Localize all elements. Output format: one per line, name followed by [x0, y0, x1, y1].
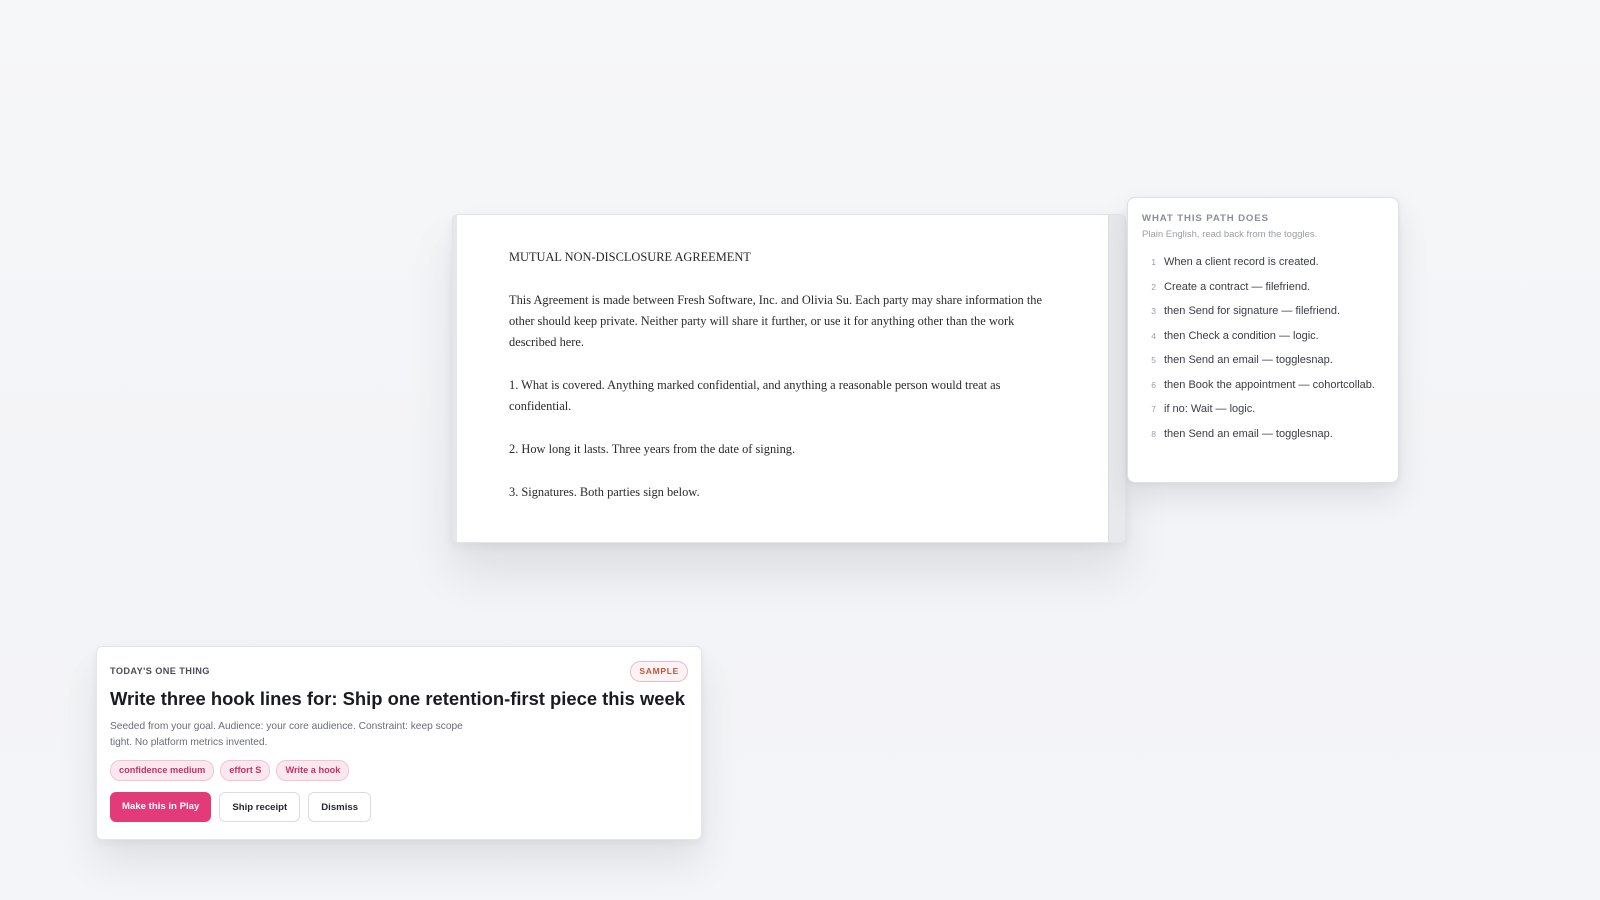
step-number: 8: [1151, 428, 1156, 439]
dismiss-button[interactable]: Dismiss: [308, 792, 372, 822]
document-title: MUTUAL NON-DISCLOSURE AGREEMENT: [509, 250, 751, 264]
step-number: 4: [1151, 330, 1156, 341]
path-step: 4 then Check a condition — logic.: [1142, 328, 1387, 345]
step-number: 3: [1151, 306, 1156, 316]
path-step: 8 then Send an email — togglesnap.: [1142, 426, 1387, 443]
step-text: then Check a condition — logic.: [1164, 329, 1319, 342]
document-preview: MUTUAL NON-DISCLOSURE AGREEMENT This Agr…: [452, 214, 1126, 543]
document-clause-3: 3. Signatures. Both parties sign below.: [509, 485, 700, 499]
step-number: 2: [1151, 281, 1156, 292]
sample-badge: SAMPLE: [630, 661, 688, 682]
confidence-chip: confidence medium: [110, 760, 215, 781]
document-clause-2: 2. How long it lasts. Three years from t…: [509, 442, 796, 456]
card-chips: confidence medium effort S Write a hook: [110, 760, 350, 781]
document-scrollbar[interactable]: [1108, 215, 1125, 542]
step-number: 6: [1151, 379, 1156, 390]
path-panel-subtitle: Plain English, read back from the toggle…: [1142, 229, 1318, 240]
step-text: then Send for signature — filefriend.: [1164, 305, 1341, 317]
document-intro: This Agreement is made between Fresh Sof…: [509, 293, 1042, 349]
step-number: 1: [1151, 257, 1156, 267]
step-text: When a client record is created.: [1164, 256, 1319, 268]
step-text: then Book the appointment — cohortcollab…: [1164, 378, 1375, 391]
card-eyebrow: TODAY'S ONE THING: [110, 666, 210, 676]
path-summary-panel: WHAT THIS PATH DOES Plain English, read …: [1127, 197, 1399, 483]
step-text: then Send an email — togglesnap.: [1164, 427, 1333, 440]
path-panel-title: WHAT THIS PATH DOES: [1142, 213, 1269, 224]
todays-one-thing-card: TODAY'S ONE THING SAMPLE Write three hoo…: [96, 646, 702, 840]
document-clause-1: 1. What is covered. Anything marked conf…: [509, 378, 1001, 413]
path-step: 1 When a client record is created.: [1142, 254, 1387, 271]
make-in-play-button[interactable]: Make this in Play: [110, 792, 212, 822]
step-text: if no: Wait — logic.: [1164, 403, 1256, 415]
card-description: Seeded from your goal. Audience: your co…: [110, 721, 463, 748]
path-steps-list: 1 When a client record is created. 2 Creat…: [1142, 254, 1387, 450]
task-type-chip: Write a hook: [276, 760, 350, 781]
path-step: 2 Create a contract — filefriend.: [1142, 279, 1387, 296]
ship-receipt-button[interactable]: Ship receipt: [219, 792, 301, 822]
step-number: 5: [1151, 355, 1156, 365]
step-text: Create a contract — filefriend.: [1164, 280, 1311, 293]
path-step: 5 then Send an email — togglesnap.: [1142, 352, 1387, 369]
document-left-rule: [453, 215, 457, 542]
card-actions: Make this in Play Ship receipt Dismiss: [110, 792, 372, 822]
card-headline: Write three hook lines for: Ship one ret…: [110, 688, 685, 709]
path-step: 7 if no: Wait — logic.: [1142, 401, 1387, 418]
effort-chip: effort S: [220, 760, 271, 781]
document-body: MUTUAL NON-DISCLOSURE AGREEMENT This Agr…: [509, 247, 1057, 525]
step-number: 7: [1151, 404, 1156, 414]
path-step: 6 then Book the appointment — cohortcolla…: [1142, 377, 1387, 394]
step-text: then Send an email — togglesnap.: [1164, 354, 1333, 366]
path-step: 3 then Send for signature — filefriend.: [1142, 303, 1387, 320]
